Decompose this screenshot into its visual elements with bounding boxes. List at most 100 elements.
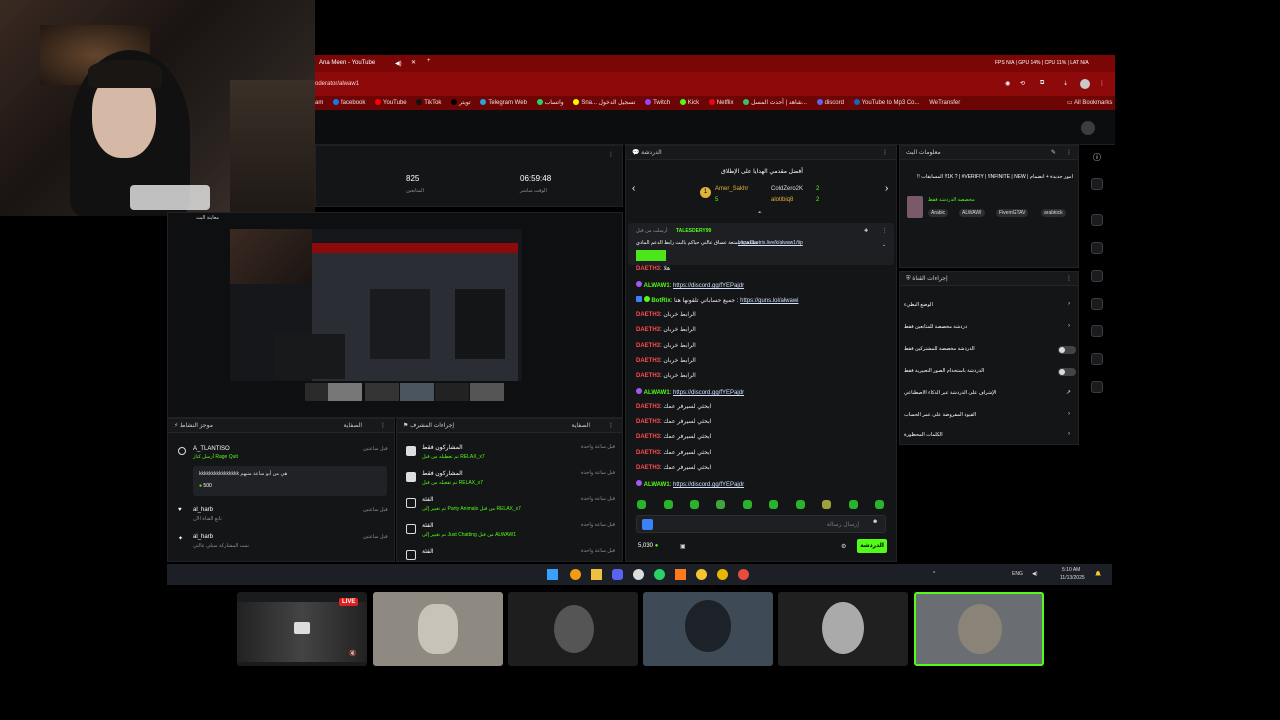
all-bookmarks[interactable]: ▭ All Bookmarks <box>1067 96 1112 110</box>
language-indicator[interactable]: ENG <box>1012 571 1023 577</box>
activity-user[interactable]: A_TLANTISO <box>193 446 230 452</box>
activity-user[interactable]: al_harb <box>193 507 213 513</box>
activity-user[interactable]: al_harb <box>193 534 213 540</box>
obs-icon[interactable] <box>633 569 644 580</box>
category-thumbnail[interactable] <box>907 196 923 218</box>
extensions-icon[interactable]: ⧉ <box>1040 80 1044 87</box>
bookmark-whatsapp[interactable]: واتساب <box>536 96 564 110</box>
participant-tile[interactable] <box>373 592 503 666</box>
pinned-menu-icon[interactable]: ⋮ <box>882 228 887 234</box>
bookmark-wetransfer[interactable]: WeTransfer <box>929 96 960 110</box>
participant-tile-active[interactable] <box>914 592 1044 666</box>
bookmark-twitch[interactable]: Twitch <box>645 96 670 110</box>
discord-icon[interactable] <box>612 569 623 580</box>
clock-time[interactable]: 5:10 AM <box>1062 567 1080 573</box>
activity-menu-icon[interactable]: ⋮ <box>380 419 386 433</box>
emote[interactable] <box>875 500 884 509</box>
stream-preview-video[interactable] <box>230 229 522 381</box>
emote[interactable] <box>769 500 778 509</box>
folder-icon[interactable] <box>591 569 602 580</box>
emote[interactable] <box>796 500 805 509</box>
participant-tile-live[interactable]: LIVE 🔇 <box>237 592 367 666</box>
participant-tile[interactable] <box>508 592 638 666</box>
bookmark-telegram[interactable]: Telegram Web <box>480 96 527 110</box>
tag[interactable]: arabkick <box>1041 209 1066 217</box>
edit-icon[interactable]: ✎ <box>1051 146 1056 160</box>
pencil-icon[interactable] <box>1091 178 1103 190</box>
leader-name[interactable]: Amer_Sakhr <box>715 186 748 192</box>
mod-actions-menu-icon[interactable]: ⋮ <box>608 419 614 433</box>
tag[interactable]: Arabic <box>928 209 949 217</box>
leaderboard-prev-icon[interactable]: ‹ <box>632 183 635 194</box>
gift-icon[interactable]: ▣ <box>680 543 686 550</box>
chat-input[interactable] <box>659 518 859 531</box>
bookmark-tiktok[interactable]: TikTok <box>416 96 441 110</box>
emote[interactable] <box>822 500 831 509</box>
channel-action-row[interactable]: الوضع البطيء › <box>904 298 1074 314</box>
channel-action-row[interactable]: الكلمات المحظورة › <box>904 428 1074 444</box>
tag[interactable]: ALWAWI <box>959 209 985 217</box>
bolt-icon[interactable] <box>1091 242 1103 254</box>
emote[interactable] <box>849 500 858 509</box>
tag[interactable]: FivemGTAV <box>996 209 1029 217</box>
chrome-taskbar-icon[interactable] <box>570 569 581 580</box>
tab-audio-icon[interactable]: ◀) <box>395 60 402 67</box>
activity-filter[interactable]: الصفاية <box>344 419 362 433</box>
clock-date[interactable]: 11/13/2025 <box>1060 575 1085 581</box>
leader-name[interactable]: alotibiq8 <box>771 197 793 203</box>
whatsapp-icon[interactable] <box>654 569 665 580</box>
translate-icon[interactable]: ⟲ <box>1020 80 1025 87</box>
chrome-icon[interactable] <box>738 569 749 580</box>
channel-actions-menu-icon[interactable]: ⋮ <box>1066 272 1072 286</box>
bookmark-kick[interactable]: Kick <box>679 96 699 110</box>
pinned-user[interactable]: TALESDERY99 <box>676 228 711 234</box>
notification-icon[interactable]: 🔔 <box>1095 571 1101 577</box>
bookmark-yt-mp3[interactable]: YouTube to Mp3 Co... <box>853 96 920 110</box>
leaderboard-next-icon[interactable]: › <box>885 183 888 194</box>
menu-icon[interactable]: ⋮ <box>1099 80 1105 87</box>
document-icon[interactable] <box>1091 270 1103 282</box>
stats-menu-icon[interactable]: ⋮ <box>608 151 614 158</box>
app-icon[interactable] <box>675 569 686 580</box>
muted-icon[interactable]: 🔇 <box>349 650 356 657</box>
bookmark-discord[interactable]: discord <box>816 96 844 110</box>
user-avatar[interactable] <box>1081 121 1095 135</box>
tab-title[interactable]: Ana Meen - YouTube <box>319 60 375 66</box>
bookmark-facebook[interactable]: facebook <box>333 96 365 110</box>
collapse-icon[interactable]: ⩡ <box>758 210 761 217</box>
bookmark-netflix[interactable]: Netflix <box>708 96 733 110</box>
cast-icon[interactable]: ◉ <box>1005 80 1010 87</box>
broadcast-icon[interactable] <box>1091 325 1103 337</box>
emote[interactable] <box>637 500 646 509</box>
app-icon[interactable] <box>717 569 728 580</box>
wrench-icon[interactable] <box>1091 381 1103 393</box>
target-icon[interactable] <box>1091 214 1103 226</box>
emoji-icon[interactable]: ☻ <box>872 519 878 525</box>
emote[interactable] <box>716 500 725 509</box>
channel-action-row[interactable]: القيود المفروضة على عمر الحساب › <box>904 408 1074 424</box>
apps-icon[interactable] <box>1091 408 1103 420</box>
tray-chevron-icon[interactable]: ^ <box>933 571 935 577</box>
emote-only-toggle[interactable] <box>1058 368 1076 376</box>
chat-menu-icon[interactable]: ⋮ <box>882 146 888 160</box>
info-icon[interactable]: ⓘ <box>1091 152 1103 164</box>
leader-name[interactable]: ColdZero2K <box>771 186 803 192</box>
app-icon[interactable] <box>696 569 707 580</box>
emote[interactable] <box>690 500 699 509</box>
expand-icon[interactable]: ⌄ <box>882 242 886 248</box>
channel-action-row[interactable]: الإشراف على الدردشة عبر الذكاء الاصطناعي… <box>904 386 1074 402</box>
chat-settings-icon[interactable]: ⚙ <box>841 543 846 550</box>
stream-category[interactable]: مخصصة الدردشة فقط <box>928 197 975 203</box>
participant-tile[interactable] <box>643 592 773 666</box>
stream-info-menu-icon[interactable]: ⋮ <box>1066 146 1072 160</box>
bookmark-youtube[interactable]: YouTube <box>375 96 407 110</box>
tab-close-icon[interactable]: ✕ <box>411 59 416 66</box>
address-bar[interactable]: oderator/alwaw1 <box>315 81 359 87</box>
message-icon[interactable] <box>1091 298 1103 310</box>
channel-action-row[interactable]: دردشة مخصصة للمتابعين فقط › <box>904 320 1074 336</box>
downloads-icon[interactable]: ⇣ <box>1063 80 1068 87</box>
bookmark-shahid[interactable]: شاهد | أحدث المسل... <box>743 96 807 110</box>
mod-actions-filter[interactable]: الصفاية <box>572 419 590 433</box>
participant-tile[interactable] <box>778 592 908 666</box>
volume-icon[interactable]: ◀) <box>1032 571 1038 577</box>
